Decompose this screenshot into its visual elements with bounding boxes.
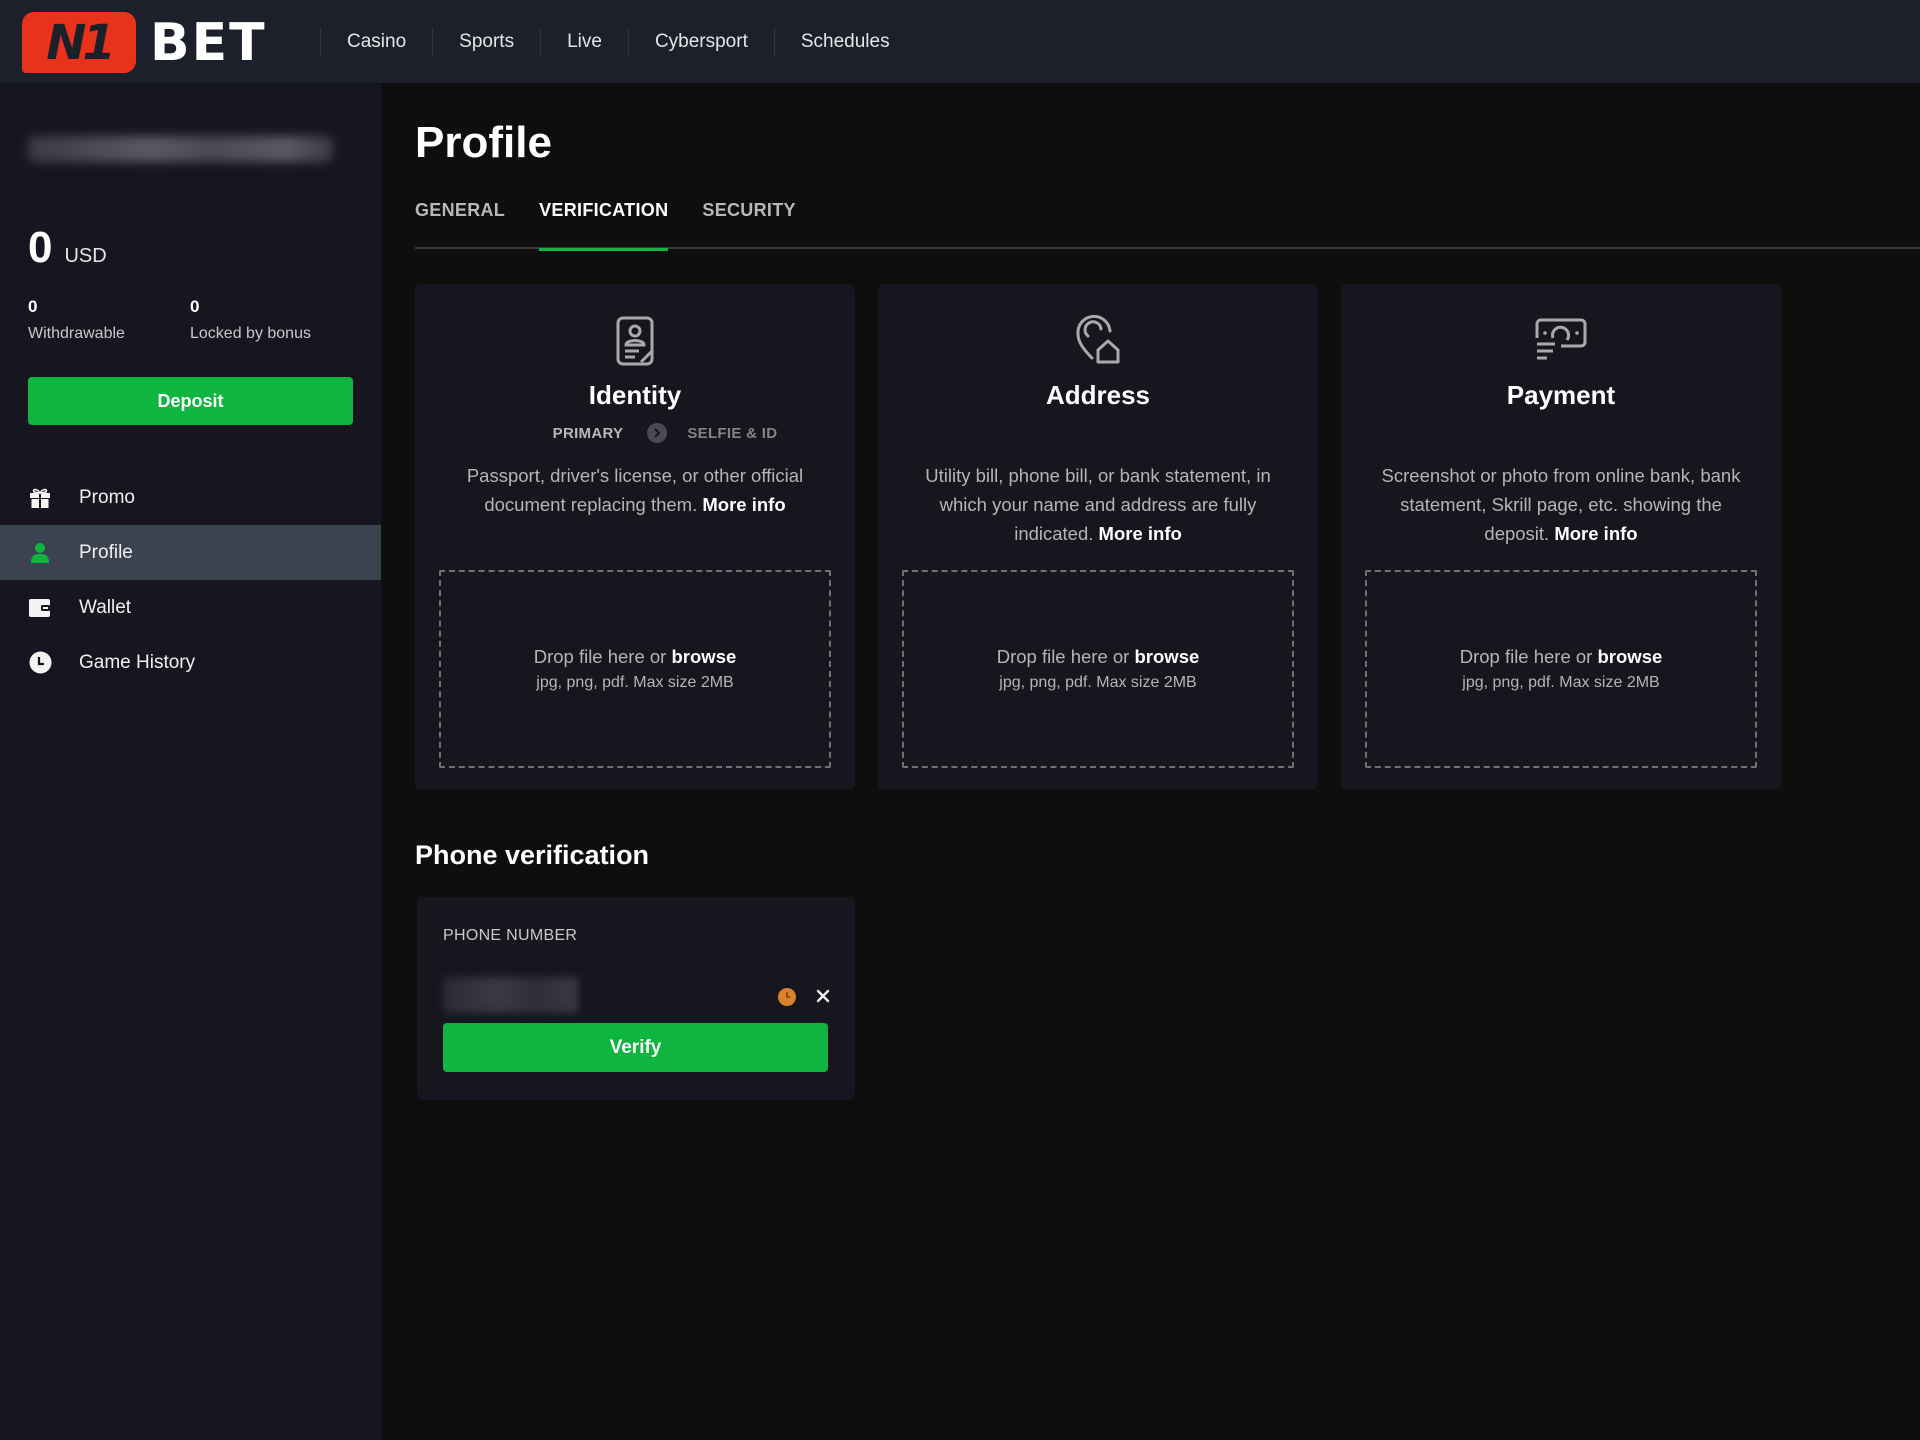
drop-instructions: Drop file here or browse — [534, 646, 737, 668]
more-info-link[interactable]: More info — [702, 494, 785, 515]
verify-button[interactable]: Verify — [443, 1023, 828, 1072]
gift-icon — [28, 486, 52, 510]
tab-security[interactable]: SECURITY — [702, 196, 795, 249]
locked-value: 0 — [190, 297, 200, 316]
nav-live[interactable]: Live — [541, 31, 628, 53]
nav-sports[interactable]: Sports — [433, 31, 540, 53]
balance-currency: USD — [64, 245, 107, 267]
balance: 0 USD — [28, 223, 107, 273]
step-selfie-id[interactable]: SELFIE & ID — [687, 425, 777, 442]
verification-cards: Identity PRIMARY SELFIE & ID Passport, d… — [415, 284, 1781, 790]
phone-number-input[interactable] — [443, 977, 578, 1013]
clock-icon — [28, 651, 52, 675]
phone-verification-card: PHONE NUMBER Verify — [417, 897, 855, 1100]
sidebar-item-label: Profile — [79, 541, 133, 563]
balance-amount: 0 — [28, 223, 53, 272]
sidebar: 0 USD 0 Withdrawable 0 Locked by bonus D… — [0, 83, 381, 1440]
top-header: N1 BET Casino Sports Live Cybersport Sch… — [0, 0, 1920, 83]
wallet-icon — [28, 596, 52, 620]
identity-steps: PRIMARY SELFIE & ID — [415, 423, 855, 443]
drop-text: Drop file here or — [533, 646, 667, 667]
file-format-hint: jpg, png, pdf. Max size 2MB — [999, 674, 1197, 691]
card-title: Identity — [588, 380, 682, 410]
profile-tabs: GENERAL VERIFICATION SECURITY — [415, 196, 1920, 251]
drop-instructions: Drop file here or browse — [1460, 646, 1663, 668]
step-primary[interactable]: PRIMARY — [553, 425, 624, 442]
browse-link[interactable]: browse — [1598, 646, 1663, 667]
payment-icon — [1535, 318, 1587, 360]
address-card: Address Utility bill, phone bill, or ban… — [878, 284, 1318, 790]
sidebar-item-wallet[interactable]: Wallet — [0, 580, 381, 635]
close-icon[interactable] — [812, 985, 834, 1007]
address-dropzone[interactable]: Drop file here or browse jpg, png, pdf. … — [902, 570, 1294, 768]
card-description: Screenshot or photo from online bank, ba… — [1371, 461, 1751, 548]
identity-card: Identity PRIMARY SELFIE & ID Passport, d… — [415, 284, 855, 790]
sidebar-item-profile[interactable]: Profile — [0, 525, 381, 580]
id-document-icon — [616, 316, 655, 366]
tab-verification[interactable]: VERIFICATION — [539, 196, 669, 251]
withdrawable-value: 0 — [28, 297, 38, 316]
sidebar-item-label: Game History — [79, 651, 196, 673]
tab-general[interactable]: GENERAL — [415, 196, 505, 249]
logo-word: BET — [150, 12, 267, 73]
card-description: Passport, driver's license, or other off… — [445, 461, 825, 519]
nav-schedules[interactable]: Schedules — [775, 31, 916, 53]
phone-verification-heading: Phone verification — [415, 840, 650, 870]
sidebar-item-game-history[interactable]: Game History — [0, 635, 381, 690]
logo-mark: N1 — [22, 12, 136, 73]
nav-cybersport[interactable]: Cybersport — [629, 31, 774, 53]
deposit-button[interactable]: Deposit — [28, 377, 353, 425]
card-description: Utility bill, phone bill, or bank statem… — [908, 461, 1288, 548]
n1bet-logo[interactable]: N1 BET — [22, 12, 267, 73]
location-home-icon — [1076, 315, 1120, 364]
drop-text: Drop file here or — [1459, 646, 1593, 667]
browse-link[interactable]: browse — [1135, 646, 1200, 667]
more-info-link[interactable]: More info — [1099, 523, 1182, 544]
phone-number-label: PHONE NUMBER — [443, 927, 578, 944]
pending-clock-icon — [778, 988, 796, 1006]
drop-text: Drop file here or — [996, 646, 1130, 667]
payment-dropzone[interactable]: Drop file here or browse jpg, png, pdf. … — [1365, 570, 1757, 768]
username-redacted — [28, 136, 333, 162]
sidebar-item-label: Promo — [79, 486, 135, 508]
sidebar-menu: Promo Profile Wallet Game History — [0, 470, 381, 690]
card-title: Payment — [1506, 380, 1616, 410]
locked-balance: 0 Locked by bonus — [190, 297, 311, 343]
card-title: Address — [1045, 380, 1151, 410]
withdrawable-label: Withdrawable — [28, 325, 125, 342]
locked-label: Locked by bonus — [190, 325, 311, 342]
file-format-hint: jpg, png, pdf. Max size 2MB — [536, 674, 734, 691]
file-format-hint: jpg, png, pdf. Max size 2MB — [1462, 674, 1660, 691]
user-icon — [28, 541, 52, 565]
drop-instructions: Drop file here or browse — [997, 646, 1200, 668]
browse-link[interactable]: browse — [672, 646, 737, 667]
more-info-link[interactable]: More info — [1554, 523, 1637, 544]
payment-card: Payment Screenshot or photo from online … — [1341, 284, 1781, 790]
main-nav: Casino Sports Live Cybersport Schedules — [320, 0, 916, 83]
identity-dropzone[interactable]: Drop file here or browse jpg, png, pdf. … — [439, 570, 831, 768]
sidebar-item-promo[interactable]: Promo — [0, 470, 381, 525]
nav-casino[interactable]: Casino — [321, 31, 432, 53]
sidebar-item-label: Wallet — [79, 596, 132, 618]
withdrawable-balance: 0 Withdrawable — [28, 297, 125, 343]
chevron-right-icon — [647, 423, 668, 443]
page-title: Profile — [415, 118, 552, 167]
